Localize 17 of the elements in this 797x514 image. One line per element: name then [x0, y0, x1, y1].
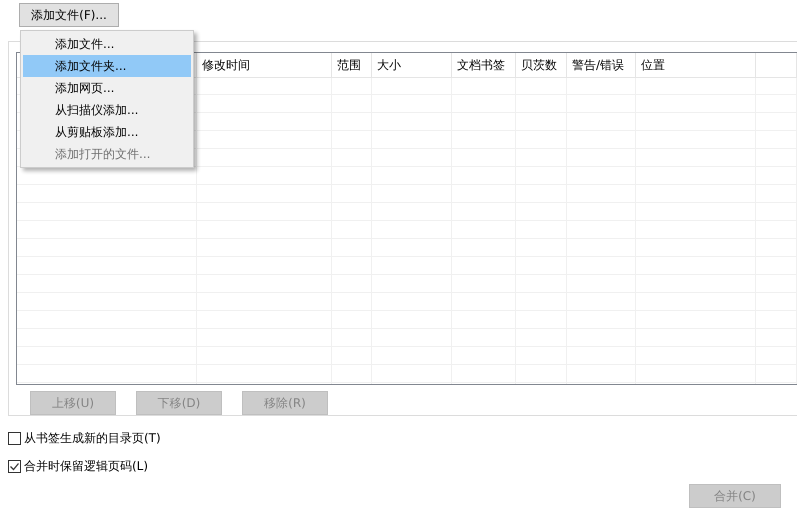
menu-item[interactable]: 添加文件... — [23, 33, 191, 55]
add-file-button[interactable]: 添加文件(F)... — [19, 3, 119, 27]
checkbox[interactable] — [8, 460, 21, 472]
menu-item[interactable]: 从扫描仪添加... — [23, 99, 191, 121]
column-header[interactable]: 文档书签 — [452, 53, 516, 78]
menu-item[interactable]: 从剪贴板添加... — [23, 121, 191, 143]
checkbox[interactable] — [8, 432, 21, 444]
column-header[interactable]: 修改时间 — [197, 53, 332, 78]
column-header[interactable]: 贝茨数 — [516, 53, 567, 78]
column-header[interactable]: 警告/错误 — [567, 53, 636, 78]
menu-item[interactable]: 添加文件夹... — [23, 55, 191, 77]
column-header[interactable]: 范围 — [332, 53, 372, 78]
column-header[interactable]: 位置 — [636, 53, 756, 78]
checkbox-label[interactable]: 从书签生成新的目录页(T) — [24, 430, 161, 446]
column-header[interactable]: 大小 — [372, 53, 452, 78]
menu-item[interactable]: 添加网页... — [23, 77, 191, 99]
checkbox-label[interactable]: 合并时保留逻辑页码(L) — [24, 458, 148, 474]
